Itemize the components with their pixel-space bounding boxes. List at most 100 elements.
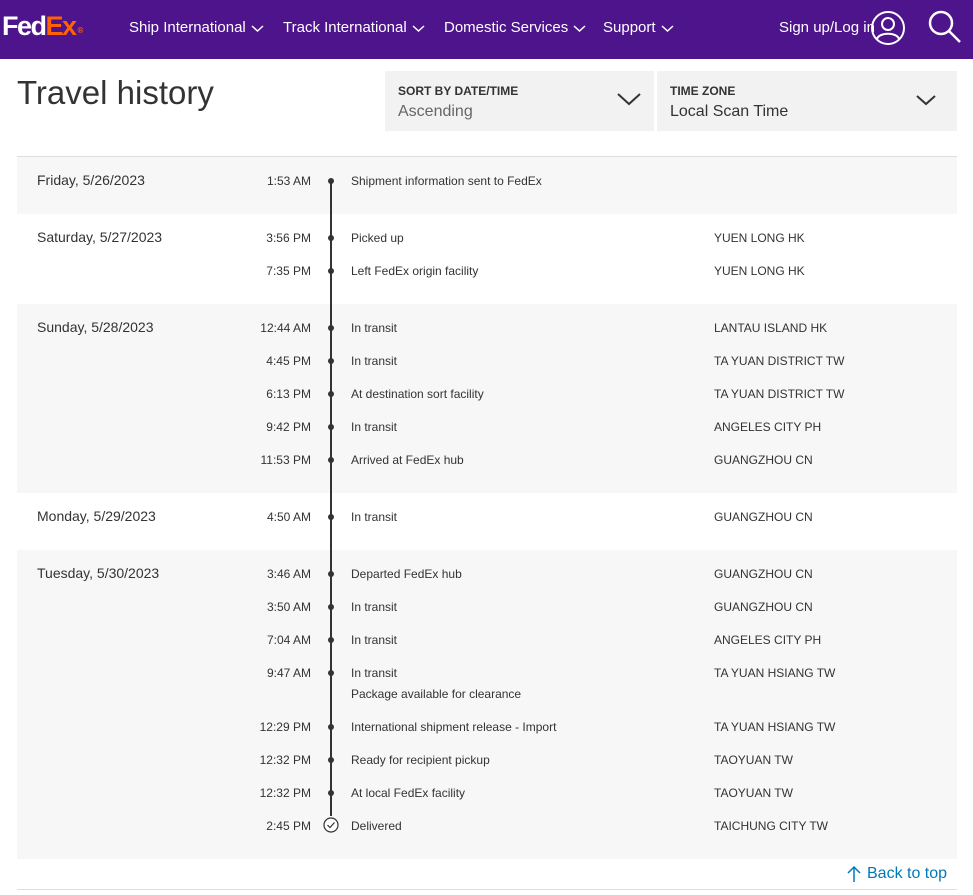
event-location: GUANGZHOU CN (714, 600, 813, 614)
event-row: 9:47 AM In transit Package available for… (17, 665, 957, 719)
event-location: TAOYUAN TW (714, 786, 793, 800)
nav-support[interactable]: Support (603, 18, 674, 38)
top-navigation-bar: FedEx ® Ship International Track Internat… (0, 0, 973, 59)
event-time: 2:45 PM (266, 819, 311, 833)
event-location: YUEN LONG HK (714, 264, 805, 278)
event-location: YUEN LONG HK (714, 231, 805, 245)
event-description: At destination sort facility (351, 387, 484, 401)
time-zone-label: TIME ZONE (670, 84, 736, 98)
event-location: ANGELES CITY PH (714, 633, 822, 647)
sort-by-value: Ascending (398, 103, 473, 120)
event-location: TA YUAN HSIANG TW (714, 666, 836, 680)
event-row: 3:50 AM In transit GUANGZHOU CN (17, 599, 957, 632)
event-row: 11:53 PM Arrived at FedEx hub GUANGZHOU … (17, 452, 957, 485)
arrow-up-icon (847, 865, 861, 882)
divider (17, 889, 957, 890)
nav-domestic-services[interactable]: Domestic Services (444, 18, 586, 38)
event-description: International shipment release - Import (351, 720, 557, 734)
event-location: GUANGZHOU CN (714, 567, 813, 581)
nav-label: Support (603, 19, 656, 36)
travel-history-list: Friday, 5/26/2023 1:53 AM Shipment infor… (17, 157, 957, 859)
event-row: 7:35 PM Left FedEx origin facility YUEN … (17, 263, 957, 296)
event-description: In transit (351, 510, 398, 524)
event-row: 4:50 AM In transit GUANGZHOU CN (17, 509, 957, 542)
event-time: 12:44 AM (260, 321, 311, 335)
event-row: 12:44 AM In transit LANTAU ISLAND HK (17, 320, 957, 353)
event-time: 12:32 PM (259, 786, 311, 800)
event-time: 4:45 PM (266, 354, 311, 368)
event-time: 12:32 PM (259, 753, 311, 767)
event-location: TA YUAN HSIANG TW (714, 720, 836, 734)
event-description: At local FedEx facility (351, 786, 466, 800)
day-group: Tuesday, 5/30/2023 3:46 AM Departed FedE… (17, 550, 957, 859)
nav-label: Ship International (129, 19, 246, 36)
nav-label: Track International (283, 19, 407, 36)
event-location: LANTAU ISLAND HK (714, 321, 828, 335)
chevron-down-icon (573, 24, 586, 32)
page-title: Travel history (17, 74, 214, 111)
event-time: 3:46 AM (266, 567, 311, 581)
event-location: GUANGZHOU CN (714, 510, 813, 524)
event-time: 12:29 PM (259, 720, 311, 734)
event-note: Package available for clearance (351, 687, 522, 701)
time-zone-value: Local Scan Time (670, 103, 789, 120)
event-description: In transit (351, 666, 398, 680)
chevron-down-icon (617, 93, 641, 106)
nav-ship-international[interactable]: Ship International (129, 18, 264, 38)
chevron-down-icon (916, 95, 936, 106)
sort-by-dropdown[interactable]: SORT BY DATE/TIME Ascending (385, 71, 654, 131)
back-to-top-link[interactable]: Back to top (847, 863, 947, 885)
day-group: Friday, 5/26/2023 1:53 AM Shipment infor… (17, 157, 957, 214)
event-time: 9:47 AM (266, 666, 311, 680)
event-row: 1:53 AM Shipment information sent to Fed… (17, 173, 957, 206)
event-row: 4:45 PM In transit TA YUAN DISTRICT TW (17, 353, 957, 386)
event-row: 9:42 PM In transit ANGELES CITY PH (17, 419, 957, 452)
event-location: TAOYUAN TW (714, 753, 793, 767)
day-group: Monday, 5/29/2023 4:50 AM In transit GUA… (17, 493, 957, 550)
event-description: In transit (351, 600, 398, 614)
event-time: 4:50 AM (266, 510, 311, 524)
search-icon[interactable] (928, 10, 962, 44)
sign-in-link[interactable]: Sign up/Log in (779, 18, 875, 38)
back-to-top-label: Back to top (867, 865, 948, 882)
event-time: 1:53 AM (266, 174, 311, 188)
event-description: Picked up (351, 231, 404, 245)
event-description: In transit (351, 321, 398, 335)
chevron-down-icon (661, 24, 674, 32)
event-time: 3:50 AM (266, 600, 311, 614)
user-circle-icon[interactable] (870, 10, 906, 46)
chevron-down-icon (251, 24, 264, 32)
logo-registered-mark: ® (77, 26, 84, 35)
event-row: 12:32 PM Ready for recipient pickup TAOY… (17, 752, 957, 785)
nav-track-international[interactable]: Track International (283, 18, 425, 38)
day-group: Sunday, 5/28/2023 12:44 AM In transit LA… (17, 304, 957, 493)
day-group: Saturday, 5/27/2023 3:56 PM Picked up YU… (17, 214, 957, 304)
event-time: 7:35 PM (266, 264, 311, 278)
event-row: 7:04 AM In transit ANGELES CITY PH (17, 632, 957, 665)
event-description: Departed FedEx hub (351, 567, 462, 581)
chevron-down-icon (412, 24, 425, 32)
sort-by-label: SORT BY DATE/TIME (398, 84, 519, 98)
event-time: 9:42 PM (266, 420, 311, 434)
event-row: 12:29 PM International shipment release … (17, 719, 957, 752)
time-zone-dropdown[interactable]: TIME ZONE Local Scan Time (657, 71, 957, 131)
event-time: 7:04 AM (266, 633, 311, 647)
event-row: 3:56 PM Picked up YUEN LONG HK (17, 230, 957, 263)
logo-fed: Fed (2, 11, 47, 41)
event-time: 6:13 PM (266, 387, 311, 401)
event-description: Shipment information sent to FedEx (351, 174, 542, 188)
event-row: 3:46 AM Departed FedEx hub GUANGZHOU CN (17, 566, 957, 599)
event-description: In transit (351, 633, 398, 647)
event-location: TA YUAN DISTRICT TW (714, 387, 845, 401)
event-description: Ready for recipient pickup (351, 753, 490, 767)
event-time: 11:53 PM (260, 453, 311, 467)
fedex-logo[interactable]: FedEx ® (2, 11, 83, 46)
event-description: In transit (351, 420, 398, 434)
event-location: GUANGZHOU CN (714, 453, 813, 467)
timeline-line (330, 181, 332, 816)
nav-label: Domestic Services (444, 19, 569, 36)
delivered-check-icon (323, 817, 339, 833)
event-location: ANGELES CITY PH (714, 420, 822, 434)
event-description: Arrived at FedEx hub (351, 453, 464, 467)
logo-ex: Ex (45, 11, 78, 41)
